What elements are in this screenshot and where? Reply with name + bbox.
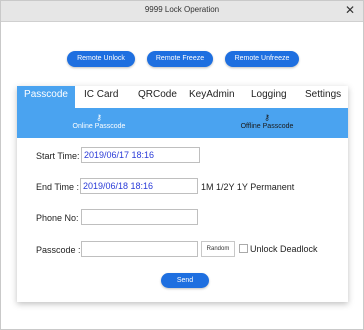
subtab-offline-label: Offline Passcode xyxy=(240,123,294,130)
tab-settings[interactable]: Settings xyxy=(305,89,341,100)
title-bar: 9999 Lock Operation ✕ xyxy=(1,1,363,22)
operation-panel: Passcode IC Card QRCode KeyAdmin Logging… xyxy=(17,86,348,302)
tab-passcode[interactable]: Passcode xyxy=(17,86,75,110)
end-time-label: End Time : xyxy=(36,182,80,192)
phone-field[interactable] xyxy=(81,209,198,225)
close-icon[interactable]: ✕ xyxy=(345,3,355,17)
passcode-subtab-bar: ⚷ Online Passcode ⚷ Offline Passcode xyxy=(17,108,348,138)
passcode-label: Passcode : xyxy=(36,245,81,255)
tab-ic-card[interactable]: IC Card xyxy=(84,89,118,100)
tab-keyadmin[interactable]: KeyAdmin xyxy=(189,89,235,100)
lock-operation-window: 9999 Lock Operation ✕ Remote Unlock Remo… xyxy=(0,0,364,330)
passcode-field[interactable] xyxy=(81,241,198,257)
start-time-field[interactable]: 2019/06/17 18:16 xyxy=(81,147,200,163)
send-button[interactable]: Send xyxy=(161,273,209,288)
remote-freeze-button[interactable]: Remote Freeze xyxy=(147,51,213,67)
random-button[interactable]: Random xyxy=(201,241,235,257)
remote-unlock-button[interactable]: Remote Unlock xyxy=(67,51,135,67)
key-icon: ⚷ xyxy=(264,113,270,122)
end-time-field[interactable]: 2019/06/18 18:16 xyxy=(80,178,198,194)
quick-range-options[interactable]: 1M 1/2Y 1Y Permanent xyxy=(201,182,294,192)
window-title: 9999 Lock Operation xyxy=(144,5,220,14)
unlock-deadlock-checkbox[interactable] xyxy=(239,244,248,253)
subtab-offline-passcode[interactable]: ⚷ Offline Passcode xyxy=(225,113,309,130)
tab-bar: Passcode IC Card QRCode KeyAdmin Logging… xyxy=(17,86,348,110)
subtab-online-passcode[interactable]: ⚷ Online Passcode xyxy=(59,113,139,130)
tab-logging[interactable]: Logging xyxy=(251,89,287,100)
unlock-deadlock-label: Unlock Deadlock xyxy=(250,244,318,254)
tab-qrcode[interactable]: QRCode xyxy=(138,89,177,100)
subtab-online-label: Online Passcode xyxy=(72,123,126,130)
remote-unfreeze-button[interactable]: Remote Unfreeze xyxy=(225,51,299,67)
phone-label: Phone No: xyxy=(36,213,79,223)
start-time-label: Start Time: xyxy=(36,151,80,161)
key-icon: ⚷ xyxy=(96,113,102,122)
